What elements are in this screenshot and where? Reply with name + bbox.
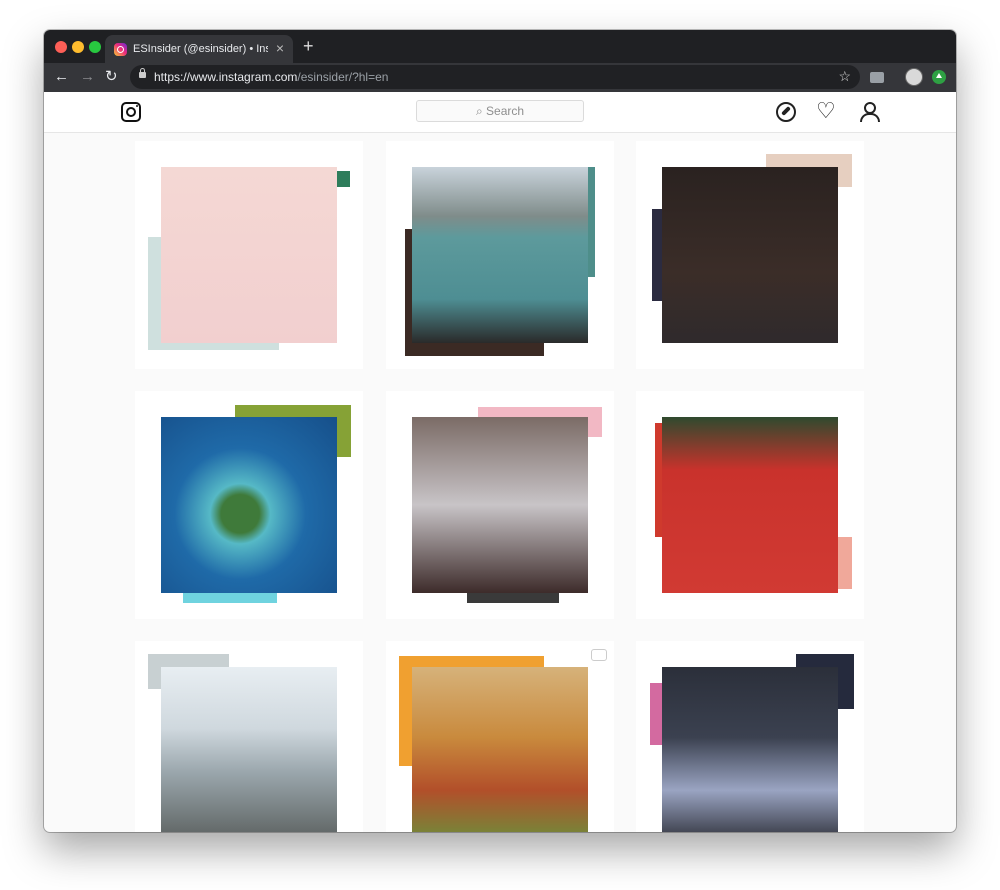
url-text: https://www.instagram.com/esinsider/?hl=…	[154, 70, 388, 84]
search-placeholder: Search	[486, 104, 525, 118]
post-card[interactable]	[386, 641, 614, 832]
post-accent	[838, 537, 852, 589]
instagram-header: ⌕ Search ♡	[44, 92, 956, 133]
new-tab-button[interactable]: +	[303, 37, 314, 55]
profile-avatar-icon[interactable]	[905, 68, 923, 86]
browser-tab[interactable]: ESInsider (@esinsider) • Instag ×	[105, 35, 293, 63]
reload-button[interactable]: ↻	[105, 67, 118, 87]
post-card[interactable]	[636, 391, 864, 619]
posts-grid	[44, 133, 956, 832]
bookmark-star-icon[interactable]: ☆	[838, 68, 851, 85]
post-card[interactable]	[386, 141, 614, 369]
explore-compass-icon[interactable]	[776, 102, 796, 122]
back-button[interactable]: ←	[54, 67, 69, 87]
update-extension-icon[interactable]	[932, 70, 946, 84]
lock-icon	[139, 68, 146, 78]
close-window-button[interactable]	[55, 41, 67, 53]
post-card[interactable]	[636, 641, 864, 832]
camera-extension-icon[interactable]	[870, 72, 884, 83]
post-image[interactable]	[161, 417, 337, 593]
post-image[interactable]	[161, 167, 337, 343]
zoom-window-button[interactable]	[89, 41, 101, 53]
post-card[interactable]	[135, 391, 363, 619]
post-accent	[183, 593, 277, 603]
instagram-favicon-icon	[114, 43, 127, 56]
minimize-window-button[interactable]	[72, 41, 84, 53]
post-image[interactable]	[662, 417, 838, 593]
post-image[interactable]	[412, 667, 588, 832]
post-accent	[337, 171, 350, 187]
forward-button[interactable]: →	[80, 67, 95, 87]
post-card[interactable]	[386, 391, 614, 619]
tab-close-icon[interactable]: ×	[276, 41, 284, 55]
post-accent	[467, 593, 559, 603]
instagram-logo-icon[interactable]	[121, 102, 141, 122]
video-indicator-icon	[591, 649, 607, 661]
search-icon: ⌕	[475, 104, 483, 118]
post-image[interactable]	[161, 667, 337, 832]
activity-heart-icon[interactable]: ♡	[816, 100, 836, 122]
title-bar: ESInsider (@esinsider) • Instag × +	[44, 30, 956, 63]
post-card[interactable]	[135, 641, 363, 832]
browser-toolbar: ← → ↻ https://www.instagram.com/esinside…	[44, 63, 956, 92]
profile-icon[interactable]	[859, 102, 880, 122]
post-card[interactable]	[135, 141, 363, 369]
browser-window: ESInsider (@esinsider) • Instag × + ← → …	[44, 30, 956, 832]
post-card[interactable]	[636, 141, 864, 369]
post-image[interactable]	[412, 417, 588, 593]
url-host: https://www.instagram.com	[154, 70, 298, 84]
post-image[interactable]	[662, 167, 838, 343]
post-image[interactable]	[662, 667, 838, 832]
address-bar[interactable]: https://www.instagram.com/esinsider/?hl=…	[130, 65, 860, 89]
tab-title: ESInsider (@esinsider) • Instag	[133, 43, 268, 55]
search-input[interactable]: ⌕ Search	[416, 100, 584, 122]
url-path: /esinsider/?hl=en	[297, 70, 389, 84]
post-image[interactable]	[412, 167, 588, 343]
